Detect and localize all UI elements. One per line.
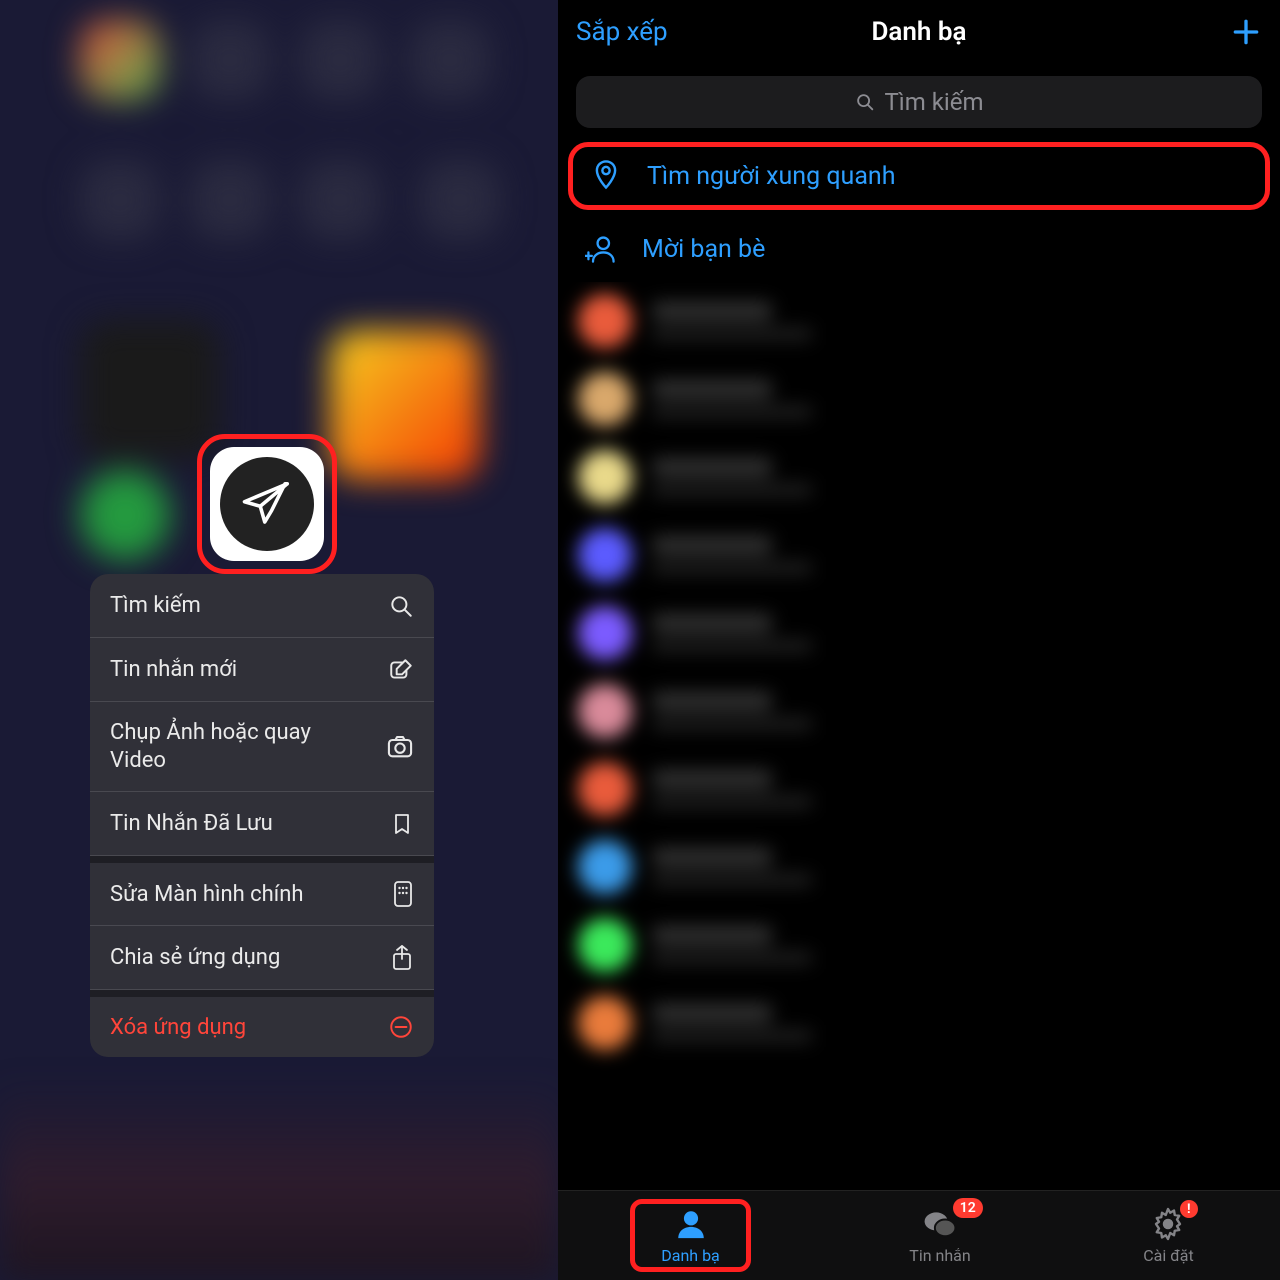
menu-label: Sửa Màn hình chính (110, 882, 304, 907)
menu-item-search[interactable]: Tìm kiếm (90, 574, 434, 638)
find-people-nearby[interactable]: Tìm người xung quanh (568, 142, 1270, 210)
plus-icon (1230, 16, 1262, 48)
menu-label: Tìm kiếm (110, 593, 201, 618)
menu-item-new-message[interactable]: Tin nhắn mới (90, 638, 434, 702)
compose-icon (388, 657, 414, 683)
contact-row[interactable] (558, 906, 1280, 984)
invite-friends[interactable]: Mời bạn bè (558, 216, 1280, 282)
bookmark-icon (390, 811, 414, 837)
contact-row[interactable] (558, 750, 1280, 828)
tab-label: Danh bạ (661, 1246, 720, 1265)
menu-label: Xóa ứng dụng (110, 1015, 246, 1040)
menu-label: Tin Nhắn Đã Lưu (110, 811, 273, 836)
telegram-contacts-pane: Sắp xếp Danh bạ Tìm kiếm Tìm người xung … (558, 0, 1280, 1280)
menu-label: Chia sẻ ứng dụng (110, 945, 280, 970)
menu-label: Tin nhắn mới (110, 657, 237, 682)
tab-settings[interactable]: ! Cài đặt (1129, 1200, 1207, 1271)
remove-icon (388, 1014, 414, 1040)
page-title: Danh bạ (872, 17, 967, 47)
home-screen-pane: Tìm kiếm Tin nhắn mới Chụp Ảnh hoặc quay… (0, 0, 558, 1280)
contact-row[interactable] (558, 594, 1280, 672)
menu-item-share-app[interactable]: Chia sẻ ứng dụng (90, 926, 434, 990)
add-friend-icon (584, 232, 618, 266)
app-context-menu: Tìm kiếm Tin nhắn mới Chụp Ảnh hoặc quay… (90, 574, 434, 1057)
search-placeholder: Tìm kiếm (884, 88, 983, 116)
search-icon (854, 91, 876, 113)
contact-row[interactable] (558, 438, 1280, 516)
contact-row[interactable] (558, 516, 1280, 594)
search-icon (388, 593, 414, 619)
tab-label: Tin nhắn (909, 1246, 970, 1265)
tab-label: Cài đặt (1143, 1246, 1193, 1265)
contact-row[interactable] (558, 984, 1280, 1062)
nearby-label: Tìm người xung quanh (647, 162, 896, 191)
menu-item-camera[interactable]: Chụp Ảnh hoặc quay Video (90, 702, 434, 792)
location-icon (589, 159, 623, 193)
add-contact-button[interactable] (1230, 16, 1262, 48)
menu-item-saved-messages[interactable]: Tin Nhắn Đã Lưu (90, 792, 434, 856)
telegram-icon (240, 477, 294, 531)
phone-edit-icon (392, 880, 414, 908)
contacts-icon (673, 1206, 709, 1242)
menu-item-edit-home[interactable]: Sửa Màn hình chính (90, 856, 434, 926)
tab-messages[interactable]: 12 Tin nhắn (895, 1200, 984, 1271)
menu-item-remove-app[interactable]: Xóa ứng dụng (90, 990, 434, 1057)
invite-label: Mời bạn bè (642, 235, 765, 264)
search-input[interactable]: Tìm kiếm (576, 76, 1262, 128)
tab-contacts[interactable]: Danh bạ (630, 1199, 751, 1272)
messages-badge: 12 (953, 1198, 983, 1218)
menu-label: Chụp Ảnh hoặc quay Video (110, 719, 350, 774)
telegram-x-app-icon[interactable] (197, 434, 337, 574)
contact-row[interactable] (558, 672, 1280, 750)
camera-icon (386, 733, 414, 761)
contacts-list (558, 282, 1280, 1190)
contact-row[interactable] (558, 282, 1280, 360)
settings-badge: ! (1180, 1200, 1198, 1218)
sort-button[interactable]: Sắp xếp (576, 17, 668, 47)
contacts-header: Sắp xếp Danh bạ (558, 0, 1280, 64)
tab-bar: Danh bạ 12 Tin nhắn ! Cài đặt (558, 1190, 1280, 1280)
share-icon (390, 944, 414, 972)
contact-row[interactable] (558, 828, 1280, 906)
contact-row[interactable] (558, 360, 1280, 438)
